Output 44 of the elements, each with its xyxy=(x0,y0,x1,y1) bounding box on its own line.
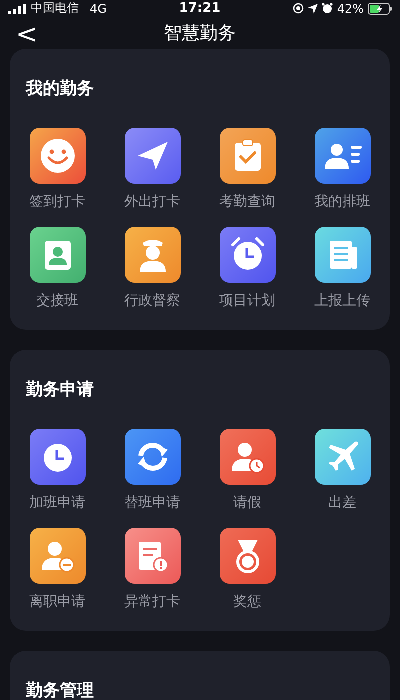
feature-label: 上报上传 xyxy=(314,292,370,310)
person-minus-icon[interactable] xyxy=(30,528,86,584)
contact-card-icon[interactable] xyxy=(314,128,370,184)
section-title: 勤务申请 xyxy=(26,379,95,401)
alarm-icon xyxy=(322,3,334,14)
feature-label: 考勤查询 xyxy=(220,193,276,211)
feature-label: 离职申请 xyxy=(30,593,86,611)
back-button[interactable]: < xyxy=(10,20,44,50)
feature-label: 出差 xyxy=(328,494,356,512)
medal-icon[interactable] xyxy=(220,528,276,584)
network-type: 4G xyxy=(90,2,107,16)
smiley-icon[interactable] xyxy=(30,128,86,184)
feature-label: 加班申请 xyxy=(30,494,86,512)
feature-label: 签到打卡 xyxy=(30,193,86,211)
airplane-icon[interactable] xyxy=(314,429,370,485)
officer-icon[interactable] xyxy=(124,227,180,283)
id-badge-icon[interactable] xyxy=(30,227,86,283)
paper-plane-icon[interactable] xyxy=(124,128,180,184)
alarm-clock-icon[interactable] xyxy=(220,227,276,283)
section-title: 勤务管理 xyxy=(26,680,95,700)
clock-time: 17:21 xyxy=(179,1,221,16)
refresh-icon[interactable] xyxy=(124,429,180,485)
feature-label: 行政督察 xyxy=(124,292,180,310)
document-alert-icon[interactable] xyxy=(124,528,180,584)
feature-label: 异常打卡 xyxy=(124,593,180,611)
feature-label: 交接班 xyxy=(36,292,78,310)
clock-icon[interactable] xyxy=(30,429,86,485)
signal-icon xyxy=(8,4,26,14)
feature-label: 替班申请 xyxy=(124,494,180,512)
carrier-name: 中国电信 xyxy=(31,0,79,17)
location-icon xyxy=(308,4,318,14)
section-title: 我的勤务 xyxy=(26,78,95,100)
person-clock-icon[interactable] xyxy=(220,429,276,485)
feature-label: 请假 xyxy=(234,494,262,512)
battery-percent: 42% xyxy=(337,2,364,16)
feature-label: 外出打卡 xyxy=(124,193,180,211)
feature-label: 我的排班 xyxy=(314,193,370,211)
battery-icon xyxy=(368,2,392,14)
rotation-lock-icon xyxy=(293,3,304,14)
newspaper-icon[interactable] xyxy=(314,227,370,283)
feature-label: 项目计划 xyxy=(220,292,276,310)
clipboard-check-icon[interactable] xyxy=(220,128,276,184)
page-title: 智慧勤务 xyxy=(164,22,236,45)
feature-label: 奖惩 xyxy=(234,593,262,611)
